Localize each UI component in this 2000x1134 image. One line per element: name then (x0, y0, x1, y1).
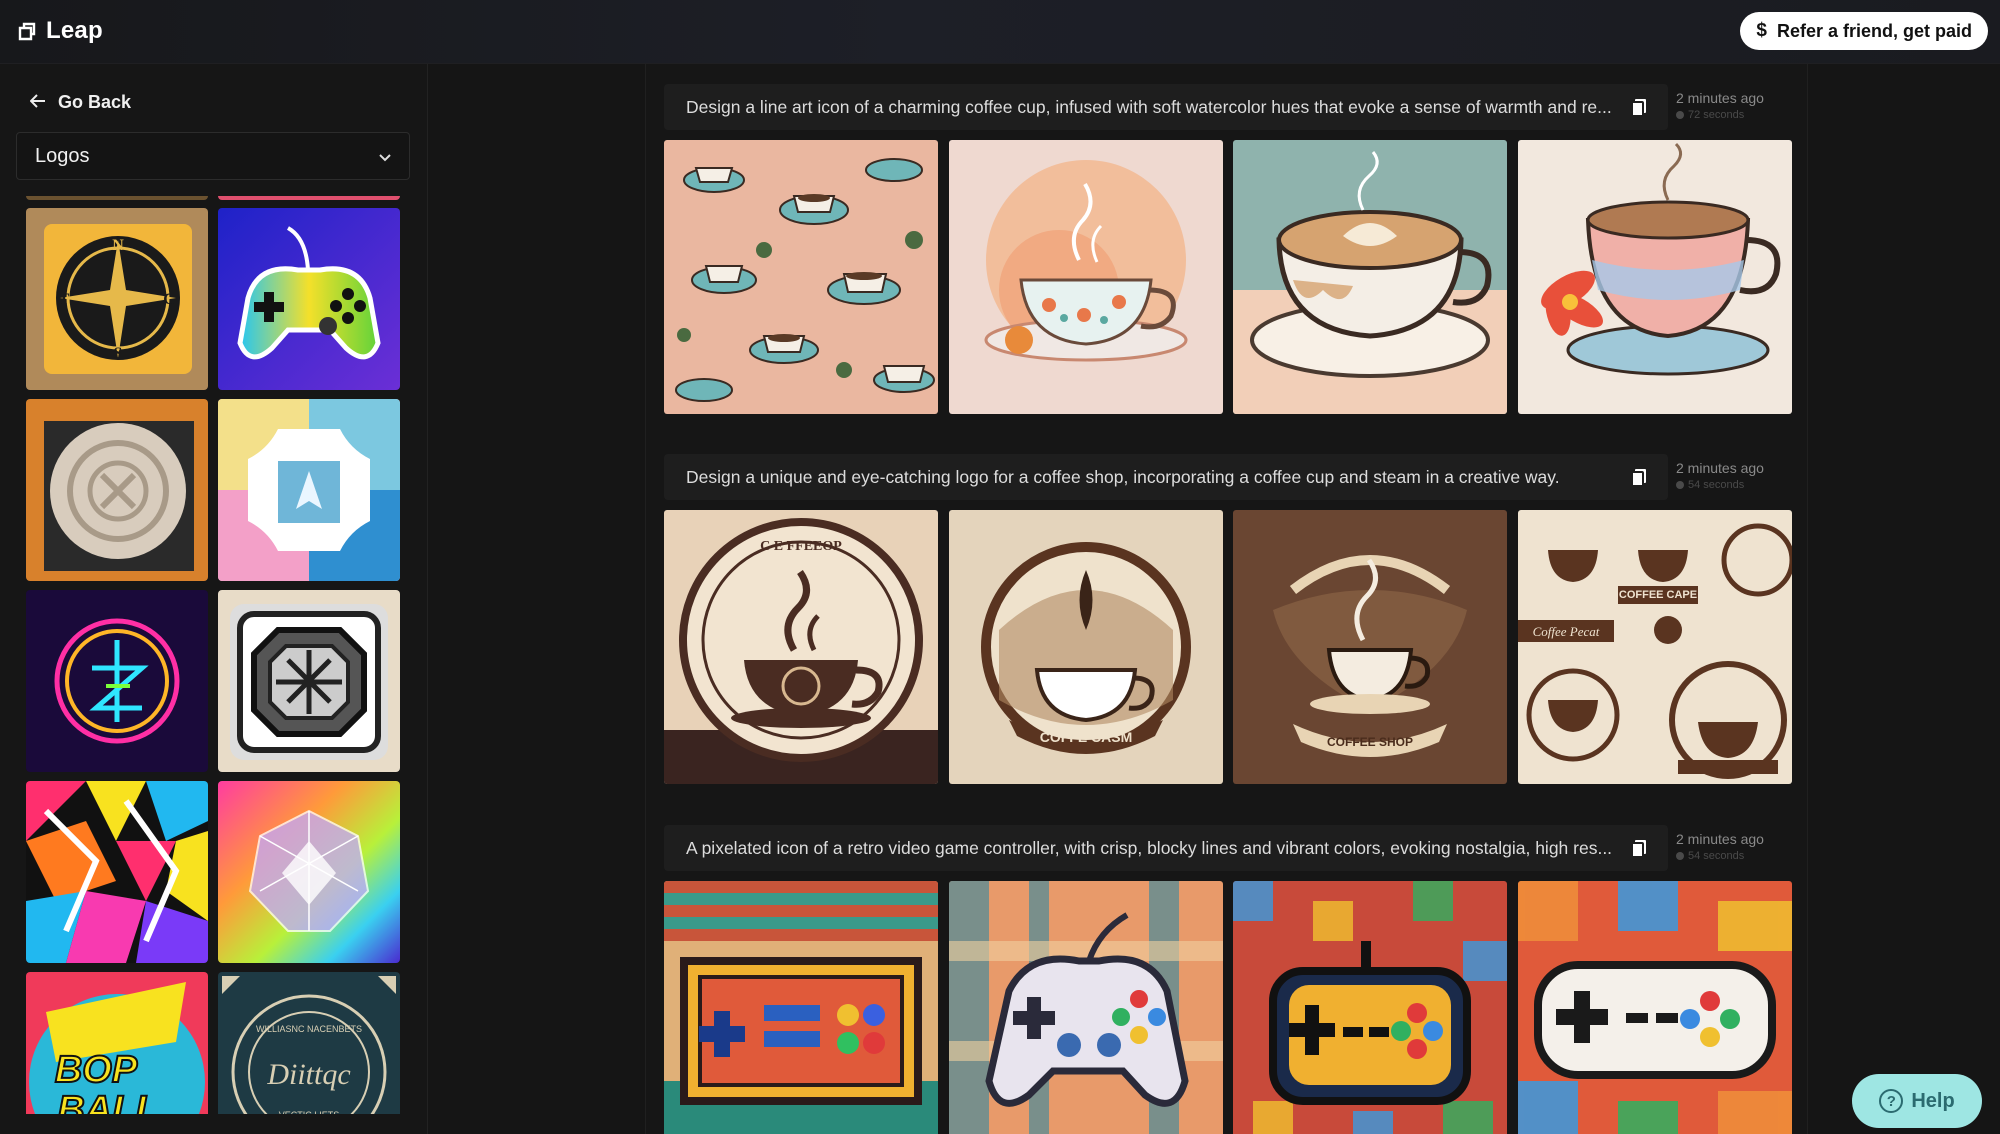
prompt-bar: A pixelated icon of a retro video game c… (664, 825, 1668, 871)
generated-image-pixel-white-controller[interactable] (1518, 881, 1792, 1134)
thumbnail-stone-emblem-logo[interactable] (26, 399, 208, 581)
thumbnail-neon-circle-logo[interactable] (26, 590, 208, 772)
top-bar: Leap $ Refer a friend, get paid (0, 0, 2000, 64)
entry-meta: 2 minutes ago 54 seconds (1676, 831, 1764, 862)
timestamp: 2 minutes ago (1676, 831, 1764, 847)
prompt-bar: Design a line art icon of a charming cof… (664, 84, 1668, 130)
image-row: C E FFEEOP COFFE CASM COFFEE SHOP COFFEE… (664, 510, 1794, 786)
svg-text:COFFEE CAPE: COFFEE CAPE (1619, 589, 1697, 601)
generation-feed: Design a line art icon of a charming cof… (646, 64, 1808, 1134)
question-icon: ? (1879, 1089, 1904, 1113)
svg-text:N: N (112, 237, 124, 254)
svg-text:COFFE CASM: COFFE CASM (1040, 729, 1133, 745)
category-select[interactable]: Logos (16, 132, 410, 180)
app-name: Leap (46, 17, 103, 44)
thumbnail-watercolor-arrow-logo[interactable] (218, 399, 400, 581)
clock-icon (1676, 852, 1684, 860)
help-label: Help (1911, 1089, 1955, 1112)
svg-text:Diittqc: Diittqc (266, 1058, 350, 1091)
prompt-bar: Design a unique and eye-catching logo fo… (664, 454, 1668, 500)
thumbnail-vintage-badge-logo[interactable]: Diittqc WILLIASNC NACENBETS VECTIC LIETS (218, 972, 400, 1114)
go-back-label: Go Back (58, 92, 132, 112)
chevron-down-icon (377, 148, 393, 171)
duration: 54 seconds (1676, 479, 1764, 491)
prompt-text: Design a line art icon of a charming cof… (686, 96, 1612, 117)
svg-text:BALL: BALL (57, 1089, 158, 1114)
empty-column (428, 64, 646, 1134)
copy-icon[interactable] (1628, 837, 1650, 859)
generated-image-latte-cup[interactable] (1233, 140, 1507, 414)
refer-label: Refer a friend, get paid (1776, 20, 1972, 41)
sidebar: Go Back Logos N S T C BOP BALL Diittqc WILL… (0, 64, 428, 1134)
svg-text:COFFEE SHOP: COFFEE SHOP (1327, 735, 1413, 749)
copy-icon[interactable] (1628, 466, 1650, 488)
generated-image-pixel-arcade-controller[interactable] (1233, 881, 1507, 1134)
generated-image-pixel-gamepad[interactable] (949, 881, 1223, 1134)
prompt-text: Design a unique and eye-catching logo fo… (686, 466, 1560, 487)
generated-image-round-coffee-badge[interactable]: C E FFEEOP (664, 510, 938, 784)
entry-meta: 2 minutes ago 54 seconds (1676, 460, 1764, 491)
generated-image-watercolor-teacup[interactable] (949, 140, 1223, 414)
duration: 72 seconds (1676, 109, 1764, 121)
svg-text:WILLIASNC NACENBETS: WILLIASNC NACENBETS (256, 1024, 362, 1034)
svg-text:T: T (59, 291, 70, 308)
timestamp: 2 minutes ago (1676, 90, 1764, 106)
image-row (664, 881, 1794, 1134)
duration-text: 54 seconds (1688, 479, 1745, 491)
thumbnail-prism-gem-logo[interactable] (218, 781, 400, 963)
help-button[interactable]: ? Help (1852, 1074, 1982, 1128)
leap-logo-icon (16, 20, 38, 42)
thumbnail-grid: N S T C BOPBALL Diittqc WILLIASNC NACENBETS V… (26, 196, 404, 1114)
prompt-text: A pixelated icon of a retro video game c… (686, 837, 1613, 858)
copy-icon[interactable] (1628, 96, 1650, 118)
entry-meta: 2 minutes ago 72 seconds (1676, 90, 1764, 121)
image-row (664, 140, 1794, 416)
generated-image-coffee-shop-emblem[interactable]: COFFEE SHOP (1233, 510, 1507, 784)
duration-text: 54 seconds (1688, 850, 1745, 862)
go-back-link[interactable]: Go Back (29, 92, 132, 113)
generated-image-coffee-cash-badge[interactable]: COFFE CASM (949, 510, 1223, 784)
app-logo[interactable]: Leap (16, 16, 103, 46)
thumbnail-game-controller-logo[interactable] (218, 208, 400, 390)
svg-text:VECTIC LIETS: VECTIC LIETS (279, 1110, 340, 1114)
thumbnail-metal-badge-logo[interactable] (218, 590, 400, 772)
duration-text: 72 seconds (1688, 109, 1745, 121)
generated-image-coffee-logo-sheet[interactable]: COFFEE CAPE Coffee Pecat (1518, 510, 1792, 784)
category-select-value: Logos (35, 144, 90, 167)
svg-text:C: C (163, 291, 175, 308)
svg-text:S: S (114, 345, 123, 362)
thumbnail-compass-logo[interactable]: N S T C (26, 208, 208, 390)
refer-friend-button[interactable]: $ Refer a friend, get paid (1740, 12, 1988, 50)
clock-icon (1676, 481, 1684, 489)
thumbnail-bop-ball-logo[interactable]: BOP BALL (26, 972, 208, 1114)
duration: 54 seconds (1676, 850, 1764, 862)
svg-text:Coffee Pecat: Coffee Pecat (1533, 624, 1600, 639)
generated-image-pixel-nes-controller[interactable] (664, 881, 938, 1134)
dollar-icon: $ (1756, 20, 1767, 41)
thumbnail-geometric-pattern-logo[interactable] (26, 781, 208, 963)
generated-image-floral-cup[interactable] (1518, 140, 1792, 414)
arrow-left-icon (29, 92, 46, 113)
timestamp: 2 minutes ago (1676, 460, 1764, 476)
thumbnail-partial[interactable] (218, 196, 400, 200)
generated-image-coffee-pattern[interactable] (664, 140, 938, 414)
clock-icon (1676, 111, 1684, 119)
svg-text:BOP: BOP (55, 1049, 138, 1091)
thumbnail-partial[interactable] (26, 196, 208, 200)
svg-text:C E FFEEOP: C E FFEEOP (760, 539, 842, 554)
